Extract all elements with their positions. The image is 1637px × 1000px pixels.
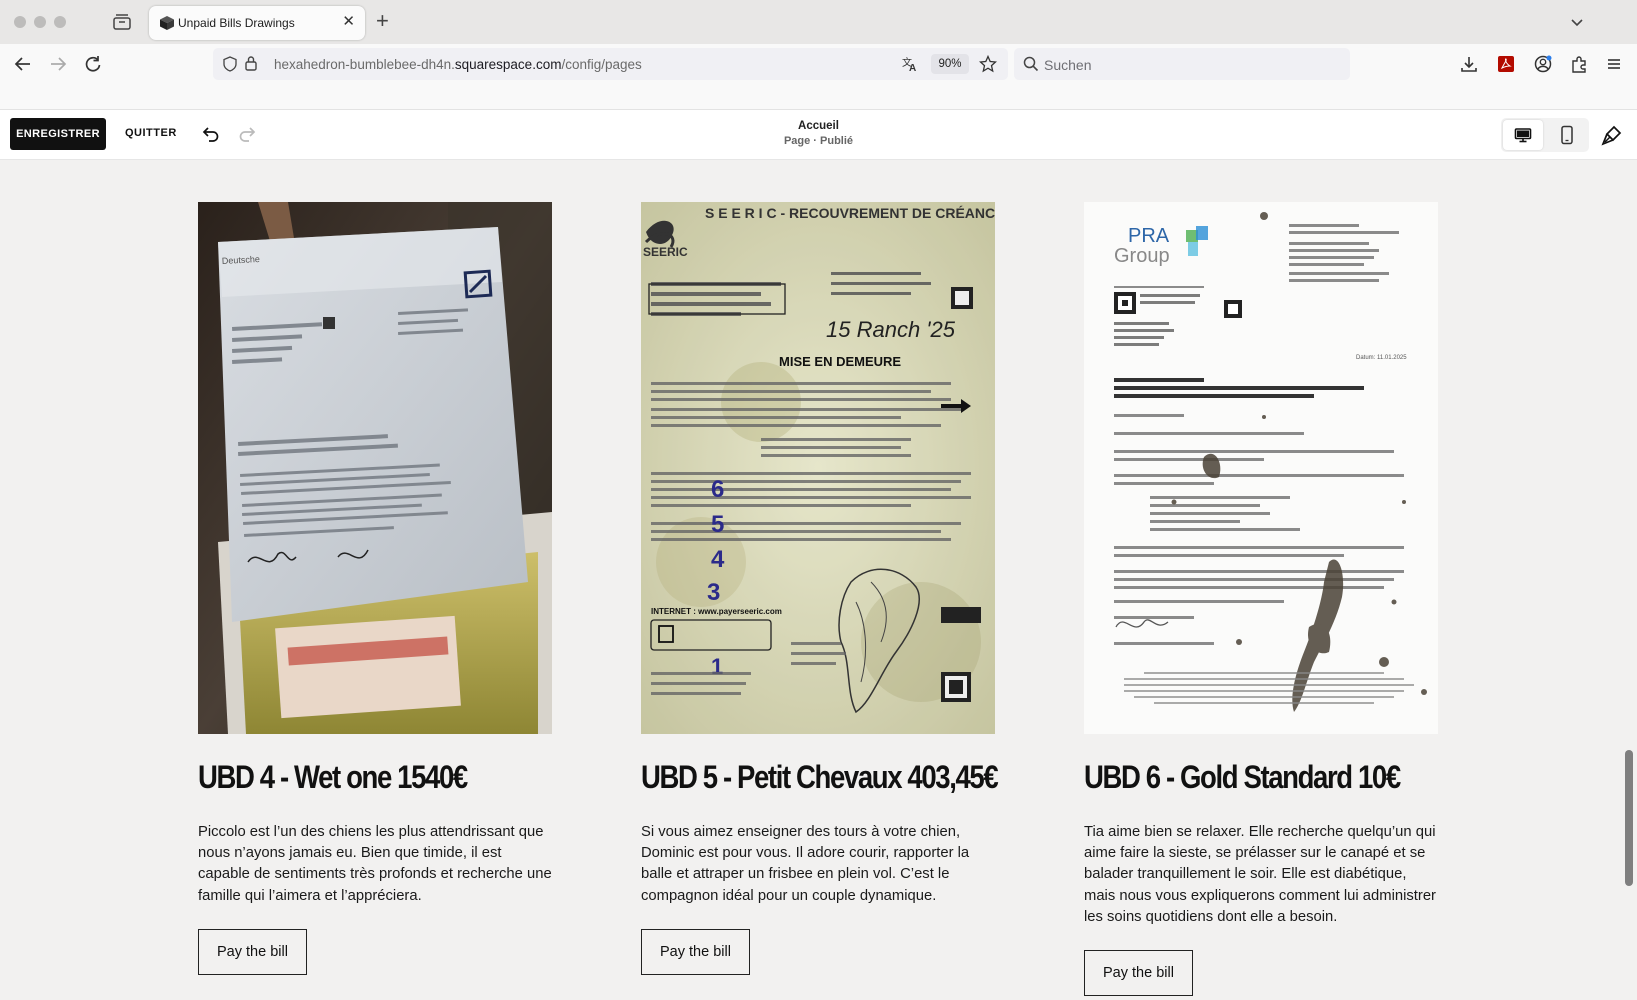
product-card: PRA Group Datum: 11.01.2025 UBD 6 - Gold… (1084, 202, 1438, 997)
translate-icon[interactable]: 文 A (901, 55, 919, 73)
search-input[interactable]: Suchen (1014, 48, 1350, 80)
device-view-toggle (1501, 118, 1589, 152)
desktop-icon (1514, 128, 1532, 143)
drawn-number: 3 (707, 579, 720, 606)
navigation-toolbar: hexahedron-bumblebee-dh4n.squarespace.co… (0, 44, 1637, 84)
extensions-icon[interactable] (1569, 54, 1589, 74)
url-subdomain: hexahedron-bumblebee-dh4n. (274, 57, 455, 72)
browser-tab[interactable]: Unpaid Bills Drawings ✕ (149, 6, 365, 40)
seeric-header-text: S E E R I C - RECOUVREMENT DE CRÉANCES (705, 205, 995, 221)
card-image[interactable]: Deutsche (198, 202, 552, 734)
window-minimize-control[interactable] (34, 16, 46, 28)
card-image[interactable]: PRA Group Datum: 11.01.2025 (1084, 202, 1438, 734)
page-title: Accueil (798, 120, 839, 132)
page-status: Page · Publié (783, 135, 854, 147)
mobile-icon (1561, 125, 1573, 145)
url-path: /config/pages (561, 57, 642, 72)
card-description: Tia aime bien se relaxer. Elle recherche… (1084, 824, 1436, 925)
search-icon (1023, 56, 1039, 72)
card-title: UBD 6 - Gold Standard 10€ (1084, 759, 1401, 795)
url-host: squarespace.com (454, 57, 562, 72)
url-text[interactable]: hexahedron-bumblebee-dh4n.squarespace.co… (274, 57, 642, 72)
pra-logo-line1: PRA (1128, 225, 1170, 247)
shield-icon[interactable] (222, 56, 238, 72)
menu-icon[interactable] (1604, 54, 1624, 74)
chevron-down-icon[interactable] (1569, 14, 1585, 30)
pay-bill-button[interactable]: Pay the bill (198, 928, 307, 975)
pra-logo-line2: Group (1114, 245, 1170, 267)
tab-overview-icon[interactable] (112, 13, 132, 31)
notice-banner-text: MISE EN DEMEURE (779, 354, 901, 369)
drawn-number: 4 (711, 546, 725, 573)
svg-text:A: A (909, 63, 916, 73)
cube-favicon-icon (160, 16, 174, 30)
lock-icon[interactable] (244, 55, 258, 72)
handwriting-text: 15 Ranch '25 (826, 317, 956, 342)
scrollbar-thumb[interactable] (1625, 750, 1633, 886)
search-placeholder: Suchen (1044, 57, 1092, 73)
tab-title: Unpaid Bills Drawings (178, 16, 295, 30)
design-brush-icon[interactable] (1601, 124, 1623, 146)
drawn-number: 5 (711, 511, 724, 538)
window-close-control[interactable] (14, 16, 26, 28)
card-description: Si vous aimez enseigner des tours à votr… (641, 824, 970, 904)
address-bar[interactable]: hexahedron-bumblebee-dh4n.squarespace.co… (213, 48, 1008, 80)
back-icon[interactable] (13, 54, 33, 74)
new-tab-icon[interactable]: + (376, 9, 389, 33)
seeric-logo-text: SEERIC (643, 245, 688, 259)
mobile-view-button[interactable] (1547, 120, 1587, 150)
internet-url-text: INTERNET : www.payerseeric.com (651, 607, 782, 616)
page-canvas: Deutsche UBD 4 - Wet one 1540€ Piccolo e… (0, 160, 1620, 1000)
zoom-level-badge[interactable]: 90% (931, 54, 969, 74)
pra-letter-photo: PRA Group Datum: 11.01.2025 (1084, 202, 1438, 734)
drawn-number: 6 (711, 476, 724, 503)
close-tab-icon[interactable]: ✕ (342, 13, 355, 31)
card-description: Piccolo est l’un des chiens les plus att… (198, 824, 552, 904)
editor-toolbar: ENREGISTRER QUITTER Accueil Page · Publi… (0, 110, 1637, 160)
card-image[interactable]: S E E R I C - RECOUVREMENT DE CRÉANCES S… (641, 202, 995, 734)
account-icon[interactable] (1533, 54, 1553, 74)
card-title: UBD 4 - Wet one 1540€ (198, 759, 468, 795)
forward-icon[interactable] (48, 54, 68, 74)
download-icon[interactable] (1459, 54, 1479, 74)
drawn-number: 1 (711, 654, 723, 679)
wet-letter-photo: Deutsche (198, 202, 552, 734)
seeric-letter-photo: S E E R I C - RECOUVREMENT DE CRÉANCES S… (641, 202, 995, 734)
toolbar-spacer (0, 84, 1637, 110)
star-icon[interactable] (979, 55, 997, 73)
pay-bill-button[interactable]: Pay the bill (1084, 950, 1193, 997)
reload-icon[interactable] (83, 54, 103, 74)
product-card: S E E R I C - RECOUVREMENT DE CRÉANCES S… (641, 202, 999, 975)
pay-bill-button[interactable]: Pay the bill (641, 928, 750, 975)
desktop-view-button[interactable] (1503, 120, 1543, 150)
letter-sender-text: Deutsche (222, 254, 261, 266)
product-card: Deutsche UBD 4 - Wet one 1540€ Piccolo e… (198, 202, 552, 975)
card-title: UBD 5 - Petit Chevaux 403,45€ (641, 759, 999, 795)
window-zoom-control[interactable] (54, 16, 66, 28)
pdf-icon[interactable] (1496, 54, 1516, 74)
tab-bar: Unpaid Bills Drawings ✕ + (0, 0, 1637, 44)
letter-date-text: Datum: 11.01.2025 (1356, 355, 1407, 361)
